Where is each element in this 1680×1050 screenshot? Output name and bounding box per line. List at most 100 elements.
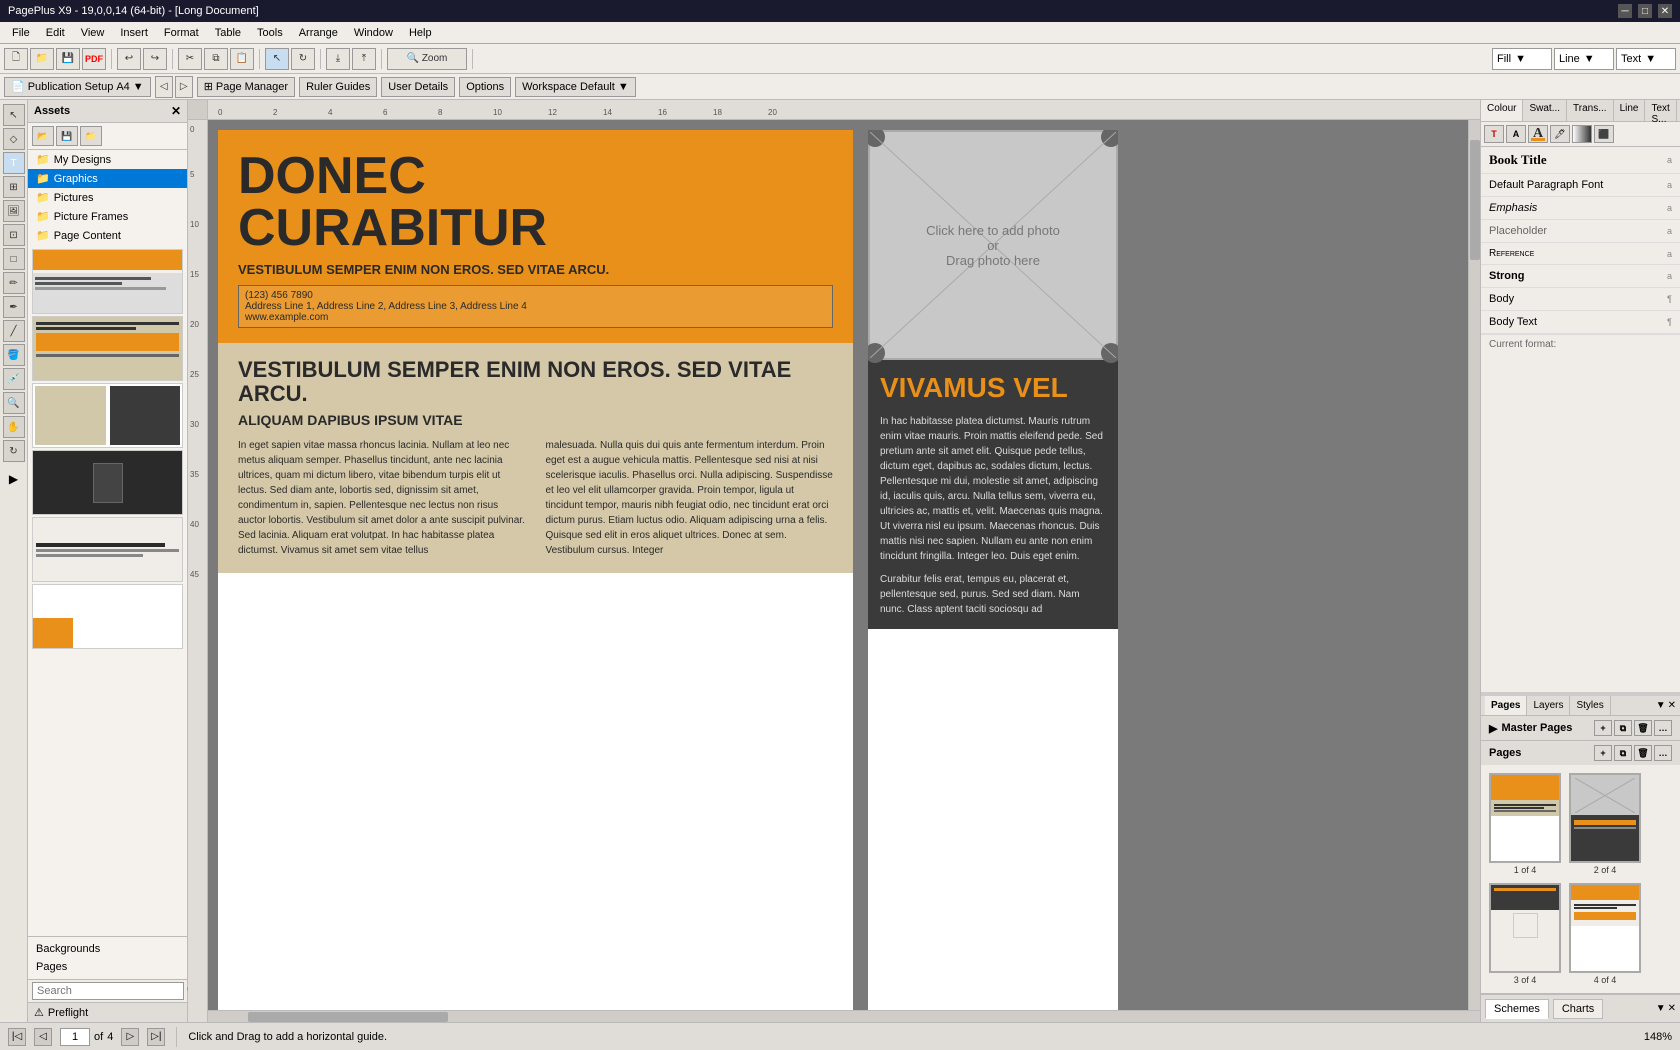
assets-close-icon[interactable]: ✕ (171, 104, 181, 118)
minimize-button[interactable]: ─ (1618, 4, 1632, 18)
folder-button[interactable]: 📁 (80, 126, 102, 146)
page-thumb-item-1[interactable]: 1 of 4 (1489, 773, 1561, 875)
asset-thumb-1[interactable] (32, 249, 183, 314)
new-button[interactable]: 🗋 (4, 48, 28, 70)
text-tool[interactable]: T (3, 152, 25, 174)
menu-table[interactable]: Table (207, 25, 249, 41)
master-copy-btn[interactable]: ⧉ (1614, 720, 1632, 736)
pages-tab[interactable]: Pages (1485, 696, 1527, 715)
preflight-button[interactable]: ⚠ Preflight (28, 1002, 187, 1022)
master-delete-btn[interactable]: 🗑 (1634, 720, 1652, 736)
style-reference[interactable]: Reference a (1481, 243, 1680, 265)
styles-tab[interactable]: Styles (1570, 696, 1610, 715)
window-controls[interactable]: ─ □ ✕ (1618, 4, 1672, 18)
page-thumb-item-3[interactable]: 3 of 4 (1489, 883, 1561, 985)
rotate-button[interactable]: ↻ (291, 48, 315, 70)
publication-setup-button[interactable]: 📄 Publication Setup A4 ▼ (4, 77, 151, 97)
page-thumb-1[interactable] (1489, 773, 1561, 863)
paste-button[interactable]: 📋 (230, 48, 254, 70)
picture-tool[interactable]: 🖼 (3, 200, 25, 222)
open-button[interactable]: 📁 (30, 48, 54, 70)
menu-arrange[interactable]: Arrange (291, 25, 346, 41)
save-asset-button[interactable]: 💾 (56, 126, 78, 146)
workspace-dropdown[interactable]: Workspace Default ▼ (515, 77, 636, 97)
zoom-in-button[interactable]: 🔍 Zoom (387, 48, 467, 70)
pages-item[interactable]: Pages (32, 959, 183, 975)
pencil-tool[interactable]: ✒ (3, 296, 25, 318)
undo-button[interactable]: ↩ (117, 48, 141, 70)
pages-panel-close[interactable]: ✕ (1668, 700, 1676, 711)
canvas-area[interactable]: 0 2 4 6 8 10 12 14 16 18 20 0 5 10 15 20… (188, 100, 1480, 1022)
asset-thumb-4[interactable] (32, 450, 183, 515)
fill-dropdown[interactable]: Fill ▼ (1492, 48, 1552, 70)
layers-tab[interactable]: Layers (1527, 696, 1570, 715)
pdf-button[interactable]: PDF (82, 48, 106, 70)
pan-tool[interactable]: ✋ (3, 416, 25, 438)
prev-page-btn[interactable]: ◁ (155, 76, 173, 98)
style-strong[interactable]: Strong a (1481, 265, 1680, 288)
style-book-title[interactable]: Book Title a (1481, 147, 1680, 174)
color-tb-a[interactable]: A (1506, 125, 1526, 143)
prev-page-button[interactable]: ◁ (34, 1028, 52, 1046)
style-body[interactable]: Body ¶ (1481, 288, 1680, 311)
pages-add-btn[interactable]: + (1594, 745, 1612, 761)
charts-tab[interactable]: Charts (1553, 999, 1603, 1019)
asset-thumb-2[interactable] (32, 316, 183, 381)
style-emphasis[interactable]: Emphasis a (1481, 197, 1680, 220)
assets-page-content[interactable]: 📁 Page Content (28, 226, 187, 245)
browse-button[interactable]: 📂 (32, 126, 54, 146)
line-tab[interactable]: Line (1614, 100, 1646, 121)
colour-tab[interactable]: Colour (1481, 100, 1523, 121)
options-button[interactable]: Options (459, 77, 511, 97)
last-page-button[interactable]: ▷| (147, 1028, 165, 1046)
schemes-tab[interactable]: Schemes (1485, 999, 1549, 1019)
copy-button[interactable]: ⧉ (204, 48, 228, 70)
fill-tool[interactable]: 🪣 (3, 344, 25, 366)
first-page-button[interactable]: |◁ (8, 1028, 26, 1046)
page-number-input[interactable] (60, 1028, 90, 1046)
photo-placeholder[interactable]: Click here to add photo or Drag photo he… (868, 130, 1118, 360)
color-tb-color-picker[interactable]: ⬛ (1594, 125, 1614, 143)
asset-thumb-5[interactable] (32, 517, 183, 582)
horizontal-scrollbar[interactable] (208, 1010, 1480, 1022)
menu-view[interactable]: View (73, 25, 113, 41)
master-pages-header[interactable]: ▶ Master Pages + ⧉ 🗑 … (1481, 716, 1680, 740)
menu-window[interactable]: Window (346, 25, 401, 41)
style-placeholder[interactable]: Placeholder a (1481, 220, 1680, 243)
backgrounds-item[interactable]: Backgrounds (32, 941, 183, 957)
table-tool[interactable]: ⊞ (3, 176, 25, 198)
hscroll-thumb[interactable] (248, 1012, 448, 1022)
menu-edit[interactable]: Edit (38, 25, 73, 41)
page-thumb-4[interactable] (1569, 883, 1641, 973)
next-page-button[interactable]: ▷ (121, 1028, 139, 1046)
import-button[interactable]: ⤓ (326, 48, 350, 70)
asset-thumb-3[interactable] (32, 383, 183, 448)
crop-tool[interactable]: ⊡ (3, 224, 25, 246)
pen-tool[interactable]: ✏ (3, 272, 25, 294)
expand-arrow[interactable]: ▶ (3, 468, 25, 490)
page-thumb-item-2[interactable]: 2 of 4 (1569, 773, 1641, 875)
line-dropdown[interactable]: Line ▼ (1554, 48, 1614, 70)
style-body-text[interactable]: Body Text ¶ (1481, 311, 1680, 334)
assets-graphics[interactable]: 📁 Graphics (28, 169, 187, 188)
document-page-left[interactable]: DONEC CURABITUR VESTIBULUM SEMPER ENIM N… (218, 130, 853, 1012)
vscroll-thumb[interactable] (1470, 140, 1480, 260)
document-page-right[interactable]: Click here to add photo or Drag photo he… (868, 130, 1118, 1012)
node-tool[interactable]: ◇ (3, 128, 25, 150)
page-thumb-item-4[interactable]: 4 of 4 (1569, 883, 1641, 985)
schemes-expand-icon[interactable]: ▼ (1656, 1003, 1666, 1014)
redo-button[interactable]: ↪ (143, 48, 167, 70)
assets-pictures[interactable]: 📁 Pictures (28, 188, 187, 207)
menu-insert[interactable]: Insert (112, 25, 156, 41)
search-input[interactable] (32, 982, 184, 1000)
asset-thumb-6[interactable] (32, 584, 183, 649)
pages-panel-expand[interactable]: ▼ (1656, 700, 1666, 711)
save-button[interactable]: 💾 (56, 48, 80, 70)
line-tool[interactable]: ╱ (3, 320, 25, 342)
transparency-tab[interactable]: Trans... (1567, 100, 1614, 121)
menu-tools[interactable]: Tools (249, 25, 291, 41)
shape-tool[interactable]: □ (3, 248, 25, 270)
pages-more-btn[interactable]: … (1654, 745, 1672, 761)
user-details-button[interactable]: User Details (381, 77, 455, 97)
assets-picture-frames[interactable]: 📁 Picture Frames (28, 207, 187, 226)
